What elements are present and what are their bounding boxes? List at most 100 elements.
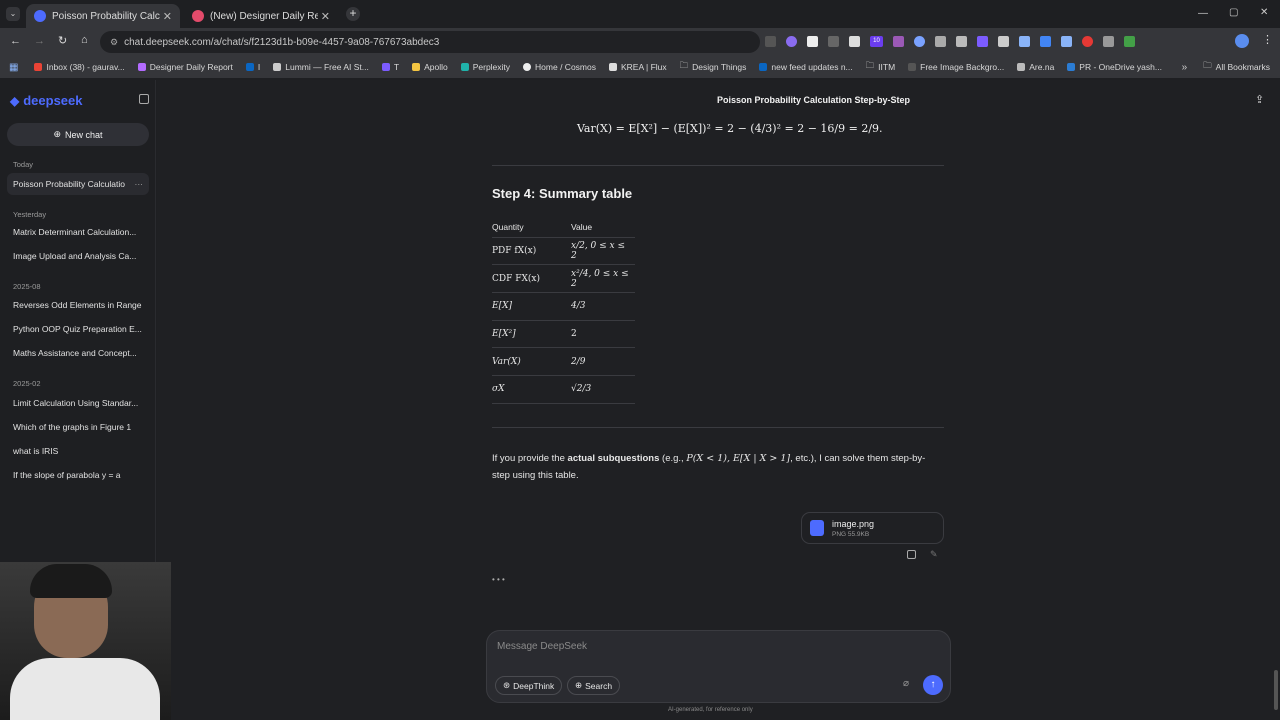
- extension-icon[interactable]: [828, 36, 839, 47]
- extension-icon[interactable]: [1019, 36, 1030, 47]
- bookmark-arena[interactable]: Are.na: [1017, 62, 1054, 72]
- table-row: E[X] 4/3: [492, 292, 635, 321]
- deepthink-button[interactable]: ⊛ DeepThink: [495, 676, 563, 695]
- extension-icon[interactable]: [914, 36, 925, 47]
- chat-history-item[interactable]: Maths Assistance and Concept...: [7, 342, 149, 364]
- reload-icon[interactable]: ↻: [58, 34, 67, 47]
- chat-history-item[interactable]: Poisson Probability Calculatio ···: [7, 173, 149, 195]
- extension-icon[interactable]: [1103, 36, 1114, 47]
- tab-designer-report[interactable]: (New) Designer Daily Report ✕: [184, 4, 338, 28]
- puzzle-icon[interactable]: [1124, 36, 1135, 47]
- webcam-overlay: [0, 562, 171, 720]
- attached-file-card[interactable]: image.png PNG 55.9KB: [801, 512, 944, 544]
- bookmark-cosmos[interactable]: Home / Cosmos: [523, 62, 596, 72]
- close-tab-icon[interactable]: ✕: [321, 10, 330, 23]
- forward-icon[interactable]: →: [34, 35, 45, 47]
- extension-icon[interactable]: [807, 36, 818, 47]
- download-icon[interactable]: [1061, 36, 1072, 47]
- table-cell: CDF FX(x): [492, 264, 571, 293]
- copy-icon[interactable]: [907, 550, 916, 559]
- extension-icon[interactable]: [1040, 36, 1051, 47]
- address-bar[interactable]: ⚙ chat.deepseek.com/a/chat/s/f2123d1b-b0…: [100, 31, 760, 53]
- maximize-icon[interactable]: ▢: [1229, 7, 1238, 18]
- extension-icon[interactable]: [935, 36, 946, 47]
- bookmark-apollo[interactable]: Apollo: [412, 62, 448, 72]
- minimize-icon[interactable]: —: [1198, 8, 1208, 19]
- site-info-icon[interactable]: ⚙: [110, 37, 118, 48]
- globe-icon: ⊕: [575, 680, 583, 690]
- section-label: Yesterday: [13, 210, 47, 219]
- more-bookmarks-icon[interactable]: »: [1182, 62, 1188, 73]
- deepseek-logo[interactable]: ◆ deepseek: [10, 93, 83, 108]
- extension-icon[interactable]: [998, 36, 1009, 47]
- message-input[interactable]: Message DeepSeek: [497, 641, 587, 652]
- chat-history-item[interactable]: Which of the graphs in Figure 1: [7, 416, 149, 438]
- extension-icon[interactable]: [977, 36, 988, 47]
- message-composer: Message DeepSeek ⊛ DeepThink ⊕ Search ⌀ …: [486, 630, 951, 703]
- share-icon[interactable]: ⇪: [1255, 93, 1264, 106]
- close-tab-icon[interactable]: ✕: [163, 10, 172, 23]
- table-cell: E[X]: [492, 292, 571, 321]
- extension-icon[interactable]: [893, 36, 904, 47]
- extension-badge-icon[interactable]: 10: [870, 36, 883, 47]
- new-chat-button[interactable]: ⊕ New chat: [7, 123, 149, 146]
- bookmark-iitm[interactable]: 🗀 IITM: [866, 60, 896, 74]
- table-header: Quantity: [492, 217, 571, 238]
- close-window-icon[interactable]: ✕: [1260, 7, 1268, 18]
- bookmarks-bar: ▦ Inbox (38) - gaurav... Designer Daily …: [0, 56, 1280, 78]
- search-button[interactable]: ⊕ Search: [567, 676, 621, 695]
- section-label: 2025-02: [13, 379, 41, 388]
- bookmark-krea[interactable]: KREA | Flux: [608, 62, 667, 72]
- plus-circle-icon: ⊕: [53, 129, 61, 139]
- chat-history-item[interactable]: If the slope of parabola y = a: [7, 464, 149, 486]
- more-options-icon[interactable]: ···: [135, 179, 144, 189]
- profile-avatar[interactable]: [1235, 34, 1249, 48]
- back-icon[interactable]: ←: [10, 35, 21, 47]
- designer-favicon-icon: [192, 10, 204, 22]
- chrome-menu-icon[interactable]: ⋮: [1262, 33, 1273, 46]
- send-button[interactable]: ↑: [923, 675, 943, 695]
- table-cell: 2: [571, 320, 635, 349]
- deepseek-favicon-icon: [34, 10, 46, 22]
- chat-history-item[interactable]: Reverses Odd Elements in Range: [7, 294, 149, 316]
- extension-icon[interactable]: [765, 36, 776, 47]
- divider: [492, 165, 944, 166]
- bookmark-perplexity[interactable]: Perplexity: [460, 62, 510, 72]
- attach-icon[interactable]: ⌀: [903, 678, 909, 689]
- bookmark-free-image[interactable]: Free Image Backgro...: [908, 62, 1004, 72]
- table-cell: σX: [492, 375, 571, 404]
- collapse-sidebar-icon[interactable]: [139, 94, 149, 104]
- bookmark-linkedin-feed[interactable]: new feed updates n...: [759, 62, 853, 72]
- chat-history-item[interactable]: what is IRIS: [7, 440, 149, 462]
- bookmark-design-things[interactable]: 🗀 Design Things: [680, 60, 747, 74]
- tab-poisson[interactable]: Poisson Probability Calculation ✕: [26, 4, 180, 28]
- extension-icon[interactable]: [786, 36, 797, 47]
- all-bookmarks[interactable]: 🗀 All Bookmarks: [1203, 60, 1270, 74]
- extension-icon[interactable]: [1082, 36, 1093, 47]
- chat-history-item[interactable]: Limit Calculation Using Standar...: [7, 392, 149, 414]
- bookmark-t[interactable]: T: [381, 62, 399, 72]
- tab-label: (New) Designer Daily Report: [210, 10, 318, 22]
- scrollbar[interactable]: [1274, 670, 1278, 710]
- logo-text: deepseek: [23, 93, 83, 108]
- bookmark-linkedin[interactable]: I: [245, 62, 260, 72]
- bookmark-inbox[interactable]: Inbox (38) - gaurav...: [34, 62, 125, 72]
- chat-history-item[interactable]: Image Upload and Analysis Ca...: [7, 245, 149, 267]
- table-cell: x/2, 0 ≤ x ≤ 2: [571, 237, 635, 266]
- bookmark-onedrive[interactable]: PR - OneDrive yash...: [1067, 62, 1162, 72]
- chat-history-item[interactable]: Python OOP Quiz Preparation E...: [7, 318, 149, 340]
- step-heading: Step 4: Summary table: [492, 186, 633, 201]
- bookmark-designer-report[interactable]: Designer Daily Report: [137, 62, 233, 72]
- extension-icon[interactable]: [849, 36, 860, 47]
- chat-history-item[interactable]: Matrix Determinant Calculation...: [7, 221, 149, 243]
- typing-indicator: • • •: [492, 575, 505, 584]
- tab-list-button[interactable]: ⌄: [6, 7, 20, 21]
- edit-icon[interactable]: ✎: [930, 549, 938, 560]
- bookmark-lummi[interactable]: Lummi — Free AI St...: [273, 62, 369, 72]
- apps-grid-icon[interactable]: ▦: [9, 62, 18, 73]
- extension-icon[interactable]: [956, 36, 967, 47]
- divider: [492, 427, 944, 428]
- new-tab-button[interactable]: +: [346, 7, 360, 21]
- home-icon[interactable]: ⌂: [81, 34, 88, 46]
- table-cell: Var(X): [492, 347, 571, 376]
